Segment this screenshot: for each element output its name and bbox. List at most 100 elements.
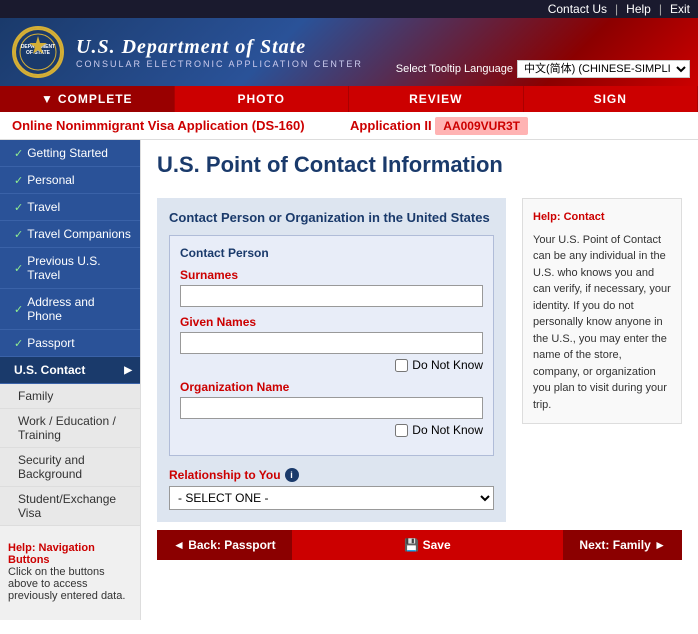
sidebar-sub-family[interactable]: Family — [0, 384, 140, 409]
app-label: Application II — [350, 118, 432, 133]
sidebar-sub-label-student-exchange: Student/Exchange Visa — [18, 492, 116, 520]
check-icon-address: ✓ — [14, 303, 23, 316]
sidebar-item-travel[interactable]: ✓ Travel — [0, 194, 140, 221]
content-area: U.S. Point of Contact Information Contac… — [141, 140, 698, 620]
do-not-know-label-2: Do Not Know — [412, 423, 483, 437]
given-names-input[interactable] — [180, 332, 483, 354]
main-layout: ✓ Getting Started ✓ Personal ✓ Travel ✓ … — [0, 140, 698, 620]
sidebar-item-getting-started[interactable]: ✓ Getting Started — [0, 140, 140, 167]
sidebar-sub-security-background[interactable]: Security and Background — [0, 448, 140, 487]
surnames-label: Surnames — [180, 268, 483, 282]
save-button[interactable]: 💾 Save — [388, 530, 466, 560]
dept-sub: Consular Electronic Application Center — [76, 59, 363, 69]
contact-person-title: Contact Person — [180, 246, 483, 260]
help-link[interactable]: Help — [626, 2, 651, 16]
language-select[interactable]: 中文(简体) (CHINESE-SIMPLI — [517, 60, 690, 78]
check-icon-travel: ✓ — [14, 201, 23, 214]
sidebar-help-text: Click on the buttons above to access pre… — [8, 566, 132, 602]
page-title: U.S. Point of Contact Information — [157, 152, 682, 182]
bottom-nav: ◄ Back: Passport 💾 Save Next: Family ► — [157, 530, 682, 560]
arrow-icon-us-contact: ▶ — [124, 365, 132, 376]
tab-photo-label: Photo — [238, 92, 285, 106]
tab-review[interactable]: Review — [349, 86, 524, 112]
contact-us-link[interactable]: Contact Us — [548, 2, 607, 16]
help-panel-content: Help: Contact Your U.S. Point of Contact… — [522, 198, 682, 424]
sidebar-label-getting-started: Getting Started — [27, 146, 108, 160]
sidebar-label-travel: Travel — [27, 200, 60, 214]
app-id-area: Application II AA009VUR3T — [350, 118, 528, 133]
sidebar-label-previous-us-travel: Previous U.S. Travel — [27, 254, 132, 282]
do-not-know-1: Do Not Know — [180, 358, 483, 372]
dept-name: U.S. Department of State — [76, 36, 363, 59]
app-bar: Online Nonimmigrant Visa Application (DS… — [0, 112, 698, 140]
org-name-input[interactable] — [180, 397, 483, 419]
tooltip-lang-area: Select Tooltip Language 中文(简体) (CHINESE-… — [396, 60, 690, 78]
help-panel: Help: Contact Your U.S. Point of Contact… — [522, 198, 682, 522]
sidebar-label-us-contact: U.S. Contact — [14, 363, 85, 377]
next-button[interactable]: Next: Family ► — [563, 530, 682, 560]
sidebar-label-travel-companions: Travel Companions — [27, 227, 131, 241]
exit-link[interactable]: Exit — [670, 2, 690, 16]
tab-review-label: Review — [409, 92, 462, 106]
check-icon-personal: ✓ — [14, 174, 23, 187]
help-panel-subtitle: Contact — [564, 211, 605, 223]
surnames-field-group: Surnames — [180, 268, 483, 307]
sidebar-item-personal[interactable]: ✓ Personal — [0, 167, 140, 194]
relationship-select[interactable]: - SELECT ONE - Spouse Child Parent Sibli… — [169, 486, 494, 510]
contact-person-box: Contact Person Surnames Given Names Do N… — [169, 235, 494, 456]
sidebar-item-travel-companions[interactable]: ✓ Travel Companions — [0, 221, 140, 248]
sidebar-item-passport[interactable]: ✓ Passport — [0, 330, 140, 357]
sidebar-label-address-phone: Address and Phone — [27, 295, 132, 323]
form-section: Contact Person or Organization in the Un… — [157, 198, 506, 522]
form-section-title: Contact Person or Organization in the Un… — [169, 210, 494, 225]
do-not-know-label-1: Do Not Know — [412, 358, 483, 372]
back-button[interactable]: ◄ Back: Passport — [157, 530, 292, 560]
header-text: U.S. Department of State Consular Electr… — [76, 36, 363, 69]
sidebar-label-personal: Personal — [27, 173, 74, 187]
help-panel-title: Help: Contact — [533, 209, 671, 226]
nav-tabs: ▼ Complete Photo Review Sign — [0, 86, 698, 112]
form-title: Online Nonimmigrant Visa Application (DS… — [12, 118, 305, 133]
header: DEPARTMENT OF STATE U.S. Department of S… — [0, 18, 698, 86]
tooltip-lang-label: Select Tooltip Language — [396, 63, 513, 75]
relationship-label-row: Relationship to You i — [169, 468, 494, 482]
info-icon[interactable]: i — [285, 468, 299, 482]
top-bar: Contact Us | Help | Exit — [0, 0, 698, 18]
app-id-value: AA009VUR3T — [435, 117, 528, 135]
sidebar-sub-label-work-education: Work / Education / Training — [18, 414, 116, 442]
help-panel-body: Your U.S. Point of Contact can be any in… — [533, 232, 671, 414]
sidebar-item-us-contact[interactable]: U.S. Contact ▶ — [0, 357, 140, 384]
content-inner: Contact Person or Organization in the Un… — [157, 198, 682, 522]
sidebar-item-address-phone[interactable]: ✓ Address and Phone — [0, 289, 140, 330]
seal: DEPARTMENT OF STATE — [12, 26, 64, 78]
tab-sign-label: Sign — [594, 92, 627, 106]
relationship-label-text: Relationship to You — [169, 468, 281, 482]
sidebar-sub-label-security-background: Security and Background — [18, 453, 85, 481]
tab-complete[interactable]: ▼ Complete — [0, 86, 175, 112]
sidebar-label-passport: Passport — [27, 336, 74, 350]
given-names-field-group: Given Names Do Not Know — [180, 315, 483, 372]
check-icon-travel-companions: ✓ — [14, 228, 23, 241]
svg-text:OF STATE: OF STATE — [26, 50, 51, 56]
tab-photo[interactable]: Photo — [175, 86, 350, 112]
org-field-group: Organization Name Do Not Know — [180, 380, 483, 437]
do-not-know-checkbox-2[interactable] — [395, 424, 408, 437]
check-icon-getting-started: ✓ — [14, 147, 23, 160]
sidebar-sub-student-exchange[interactable]: Student/Exchange Visa — [0, 487, 140, 526]
surnames-input[interactable] — [180, 285, 483, 307]
relationship-row: Relationship to You i - SELECT ONE - Spo… — [169, 468, 494, 510]
given-names-label: Given Names — [180, 315, 483, 329]
help-panel-title-text: Help: — [533, 211, 561, 223]
tab-complete-arrow: ▼ — [41, 92, 54, 106]
check-icon-passport: ✓ — [14, 337, 23, 350]
tab-sign[interactable]: Sign — [524, 86, 698, 112]
tab-complete-label: Complete — [58, 92, 133, 106]
do-not-know-checkbox-1[interactable] — [395, 359, 408, 372]
sidebar-help-title: Help: Navigation Buttons — [8, 542, 132, 566]
sidebar-item-previous-us-travel[interactable]: ✓ Previous U.S. Travel — [0, 248, 140, 289]
sidebar-sub-work-education[interactable]: Work / Education / Training — [0, 409, 140, 448]
sidebar: ✓ Getting Started ✓ Personal ✓ Travel ✓ … — [0, 140, 141, 620]
check-icon-prev-travel: ✓ — [14, 262, 23, 275]
do-not-know-2: Do Not Know — [180, 423, 483, 437]
sidebar-help: Help: Navigation Buttons Click on the bu… — [0, 534, 140, 610]
